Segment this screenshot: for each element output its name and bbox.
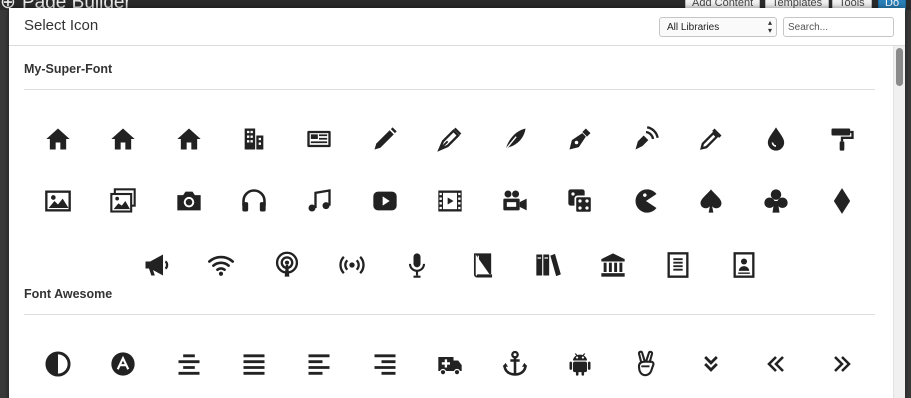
film-icon[interactable]: [436, 187, 464, 215]
spade-icon[interactable]: [697, 187, 725, 215]
image-icon[interactable]: [44, 187, 72, 215]
select-caret-icon: ▴ ▾: [767, 18, 772, 35]
library-icon[interactable]: [599, 251, 627, 279]
feather-icon[interactable]: [501, 125, 529, 153]
club-icon[interactable]: [762, 187, 790, 215]
section-title: Font Awesome: [24, 287, 113, 301]
pencil-icon[interactable]: [371, 125, 399, 153]
section-divider: [24, 89, 875, 90]
podcast-icon[interactable]: [273, 251, 301, 279]
dice-icon[interactable]: [566, 187, 594, 215]
align-justify-icon[interactable]: [240, 350, 268, 378]
profile-icon[interactable]: [730, 251, 758, 279]
ambulance-icon[interactable]: [436, 350, 464, 378]
search-input[interactable]: [783, 17, 894, 37]
adn-icon[interactable]: [109, 350, 137, 378]
mic-icon[interactable]: [403, 251, 431, 279]
section-title: My-Super-Font: [24, 62, 113, 76]
books-icon[interactable]: [534, 251, 562, 279]
icon-list: My-Super-Font Font Awesome: [9, 46, 893, 398]
home-icon[interactable]: [109, 125, 137, 153]
anchor-icon[interactable]: [501, 350, 529, 378]
wifi-icon[interactable]: [207, 251, 235, 279]
video-camera-icon[interactable]: [501, 187, 529, 215]
select-icon-modal: Select Icon All Libraries ▴▾ My-Super-Fo…: [9, 8, 905, 398]
droplet-icon[interactable]: [762, 125, 790, 153]
music-icon[interactable]: [305, 187, 333, 215]
section-divider: [24, 314, 875, 315]
pen-signal-icon[interactable]: [632, 125, 660, 153]
file-text-icon[interactable]: [664, 251, 692, 279]
scrollbar-thumb[interactable]: [896, 48, 903, 86]
align-right-icon[interactable]: [371, 350, 399, 378]
angle-double-down-icon[interactable]: [697, 350, 725, 378]
modal-header: Select Icon All Libraries ▴ ▾: [9, 8, 905, 46]
images-icon[interactable]: [109, 187, 137, 215]
play-icon[interactable]: [371, 187, 399, 215]
camera-icon[interactable]: [175, 187, 203, 215]
fountain-pen-icon[interactable]: [566, 125, 594, 153]
paint-roller-icon[interactable]: [828, 125, 856, 153]
adjust-icon[interactable]: [44, 350, 72, 378]
newspaper-icon[interactable]: [305, 125, 333, 153]
feed-icon[interactable]: [338, 251, 366, 279]
home-icon[interactable]: [44, 125, 72, 153]
home-icon[interactable]: [175, 125, 203, 153]
align-center-icon[interactable]: [175, 350, 203, 378]
diamond-icon[interactable]: [828, 187, 856, 215]
eyedropper-icon[interactable]: [697, 125, 725, 153]
pen-nib-icon[interactable]: [436, 125, 464, 153]
library-select[interactable]: All Libraries ▴ ▾: [659, 17, 777, 37]
pacman-icon[interactable]: [632, 187, 660, 215]
modal-title: Select Icon: [24, 17, 99, 34]
android-icon[interactable]: [566, 350, 594, 378]
angle-double-right-icon[interactable]: [828, 350, 856, 378]
building-icon[interactable]: [240, 125, 268, 153]
headphones-icon[interactable]: [240, 187, 268, 215]
bullhorn-icon[interactable]: [142, 251, 170, 279]
angellist-icon[interactable]: [632, 350, 660, 378]
library-select-value: All Libraries: [667, 22, 720, 33]
align-left-icon[interactable]: [305, 350, 333, 378]
angle-double-left-icon[interactable]: [762, 350, 790, 378]
book-icon[interactable]: [469, 251, 497, 279]
scrollbar[interactable]: [893, 46, 905, 398]
